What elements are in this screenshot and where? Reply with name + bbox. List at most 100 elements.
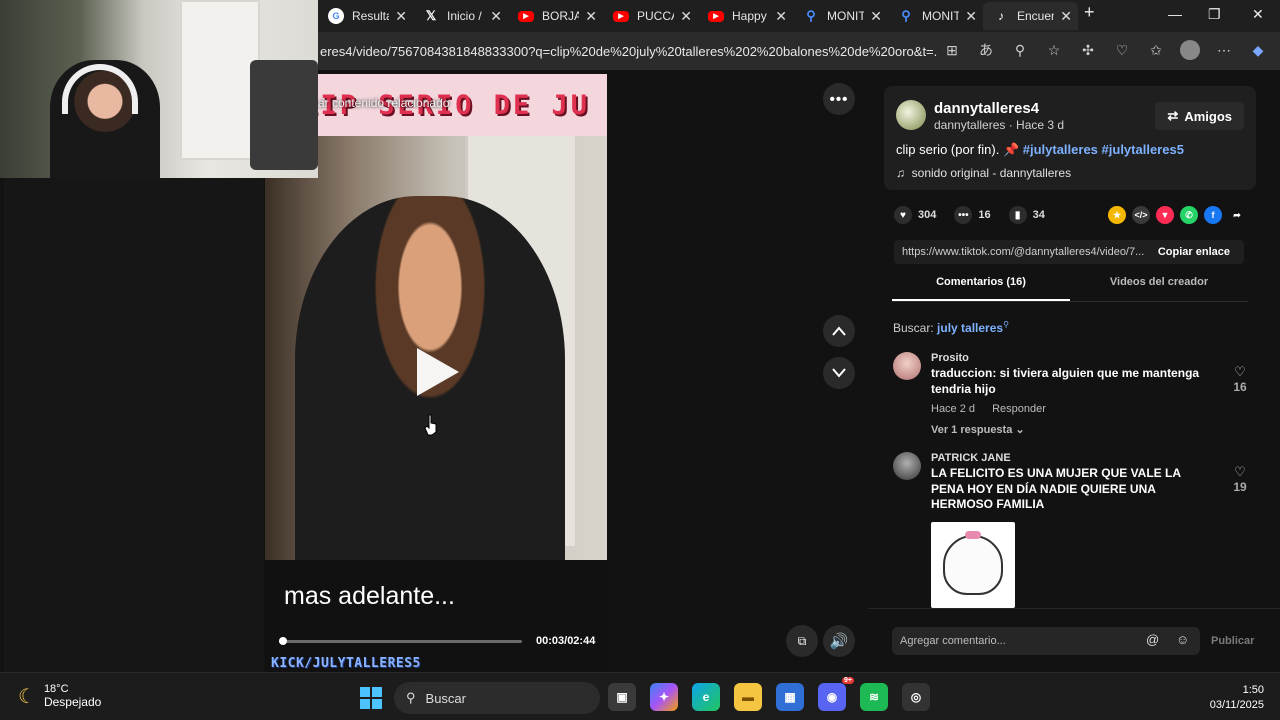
close-icon[interactable]: ✕ [775,8,787,25]
profile-avatar-icon[interactable] [1180,40,1200,60]
close-icon[interactable]: ✕ [490,8,502,25]
view-replies-button[interactable]: Ver 1 respuesta ⌄ [931,423,1025,436]
browser-tab[interactable]: ▶ Happy ✕ [698,2,793,30]
commenter-avatar[interactable] [893,352,921,380]
taskbar-search[interactable]: ⚲ Buscar [394,682,600,714]
close-window-button[interactable]: ✕ [1252,6,1264,23]
comment-like-count: 19 [1233,480,1247,494]
tab-comments[interactable]: Comentarios (16) [892,276,1070,301]
bookmark-icon: ▮ [1008,206,1027,224]
comment-button[interactable]: ••• 16 [954,206,991,224]
translate-icon[interactable]: あ [976,40,996,60]
more-options-button[interactable]: ••• [823,83,855,115]
miniplayer-button[interactable]: ⧉ [786,625,818,657]
close-icon[interactable]: ✕ [965,8,977,25]
emoji-icon[interactable]: ☺ [1176,632,1189,647]
author-avatar[interactable] [896,100,926,130]
comment-placeholder: Agregar comentario... [900,635,1006,647]
browser-tab[interactable]: ▶ PUCCA ✕ [603,2,698,30]
copilot-app-icon[interactable]: ✦ [650,683,678,711]
edge-icon[interactable]: e [692,683,720,711]
close-icon[interactable]: ✕ [585,8,597,25]
copilot-icon[interactable]: ◆ [1248,40,1268,60]
send-icon[interactable]: ▼ [1156,206,1174,224]
whatsapp-icon[interactable]: ✆ [1180,206,1198,224]
comment-input[interactable]: Agregar comentario... @ ☺ [892,627,1200,655]
url-field[interactable]: eres4/video/7567084381848833300?q=clip%2… [318,44,938,59]
hashtag-2[interactable]: #julytalleres5 [1102,142,1184,157]
video-time: 00:03/02:44 [536,635,596,647]
weather-widget[interactable]: ☾ 18°C Despejado [18,683,101,709]
zoom-icon[interactable]: ⚲ [1010,40,1030,60]
mention-icon[interactable]: @ [1146,632,1159,647]
like-button[interactable]: ♥ 304 [894,206,936,224]
friends-label: Amigos [1184,108,1232,124]
search-icon: ⚲ [1003,320,1009,329]
search-query-link[interactable]: july talleres [937,321,1003,335]
previous-video-button[interactable] [823,315,855,347]
hashtag-1[interactable]: #julytalleres [1023,142,1098,157]
performance-icon[interactable]: ♡ [1112,40,1132,60]
discord-badge: 9+ [842,677,854,684]
sound-link[interactable]: ♫ sonido original - dannytalleres [896,166,1071,180]
close-icon[interactable]: ✕ [680,8,692,25]
related-search: Buscar: july talleres⚲ [893,320,1009,335]
author-name[interactable]: dannytalleres4 [934,100,1039,117]
chevron-up-icon [832,326,846,336]
app-available-icon[interactable]: ⊞ [942,40,962,60]
tab-creator-videos[interactable]: Videos del creador [1070,276,1248,301]
commenter-name[interactable]: Prosito [931,352,969,364]
share-arrow-icon[interactable]: ➦ [1228,206,1246,224]
next-video-button[interactable] [823,357,855,389]
obs-icon[interactable]: ◎ [902,683,930,711]
progress-bar[interactable] [279,640,522,643]
copy-link-button[interactable]: Copiar enlace [1148,246,1244,258]
commenter-name[interactable]: PATRICK JANE [931,452,1011,464]
sticker-character [943,531,1003,595]
close-icon[interactable]: ✕ [1060,8,1072,25]
browser-tab[interactable]: ⚲ MONIT ✕ [888,2,983,30]
comment-like-button[interactable]: ♡ [1229,464,1251,480]
extensions-icon[interactable]: ✣ [1078,40,1098,60]
friends-button[interactable]: ⇄ Amigos [1155,102,1244,130]
discord-icon[interactable]: ◉ 9+ [818,677,854,711]
close-icon[interactable]: ✕ [395,8,407,25]
task-view-icon[interactable]: ▣ [608,683,636,711]
minimize-button[interactable]: — [1168,6,1182,22]
browser-tab[interactable]: G Resulta ✕ [318,2,413,30]
progress-knob[interactable] [279,637,287,645]
facebook-icon[interactable]: f [1204,206,1222,224]
comment-item: Prosito traduccion: si tiviera alguien q… [893,352,1253,442]
spotify-icon[interactable]: ≋ [860,683,888,711]
friends-share-icon[interactable]: ★ [1108,206,1126,224]
reply-button[interactable]: Responder [992,403,1046,415]
comment-composer: Agregar comentario... @ ☺ Publicar [868,608,1280,672]
save-button[interactable]: ▮ 34 [1008,206,1045,224]
comment-like-button[interactable]: ♡ [1229,364,1251,380]
related-content-overlay[interactable]: ar contenido relacionado [318,96,449,110]
embed-icon[interactable]: </> [1132,206,1150,224]
comment-sticker-image[interactable] [931,522,1015,608]
browser-tab[interactable]: ▶ BORJA ✕ [508,2,603,30]
play-icon[interactable] [417,348,459,396]
comment-item: PATRICK JANE LA FELICITO ES UNA MUJER QU… [893,452,1253,612]
video-link[interactable]: https://www.tiktok.com/@dannytalleres4/v… [894,246,1148,258]
favorite-star-icon[interactable]: ☆ [1044,40,1064,60]
browser-tab[interactable]: ⚲ MONIT ✕ [793,2,888,30]
file-explorer-icon[interactable]: ▬ [734,683,762,711]
tab-label: PUCCA [637,9,674,23]
store-icon[interactable]: ▦ [776,683,804,711]
volume-button[interactable]: 🔊 [823,625,855,657]
close-icon[interactable]: ✕ [870,8,882,25]
start-button[interactable] [360,687,382,709]
commenter-avatar[interactable] [893,452,921,480]
maximize-button[interactable]: ❐ [1208,6,1221,23]
publish-button[interactable]: Publicar [1211,635,1254,647]
system-clock[interactable]: 1:50 03/11/2025 [1210,683,1264,713]
browser-tab-active[interactable]: ♪ Encuen ✕ [983,2,1078,30]
settings-menu-icon[interactable]: ⋯ [1214,40,1234,60]
browser-tab[interactable]: 𝕏 Inicio / ✕ [413,2,508,30]
favorites-icon[interactable]: ✩ [1146,40,1166,60]
engagement-stats: ♥ 304 ••• 16 ▮ 34 [894,206,1063,224]
new-tab-button[interactable]: + [1084,2,1095,23]
